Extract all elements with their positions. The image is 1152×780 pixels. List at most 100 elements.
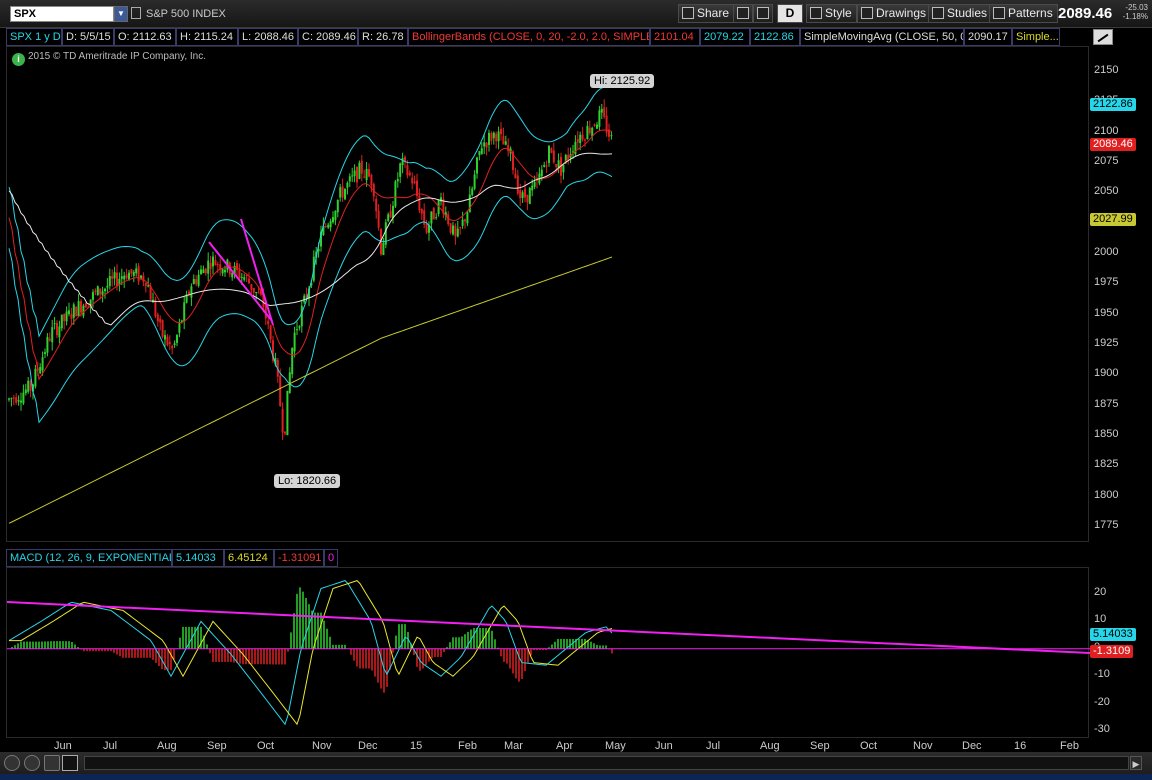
bar-high: H: 2115.24 (176, 28, 238, 46)
candle-body (336, 199, 339, 213)
bollinger-study-label[interactable]: BollingerBands (CLOSE, 0, 20, -2.0, 2.0,… (408, 28, 650, 46)
candle-body (483, 142, 486, 147)
candle-body (466, 212, 469, 224)
candle-body (420, 208, 423, 214)
studies-button[interactable]: Studies (928, 4, 993, 23)
candle-body (548, 145, 550, 163)
more-studies-label[interactable]: Simple... (1012, 28, 1060, 46)
candle-body (116, 272, 118, 286)
candle-body (497, 131, 500, 142)
zoom-in-icon[interactable] (4, 755, 20, 771)
candle-body (10, 398, 13, 400)
candle-body (20, 400, 22, 403)
chart-spec[interactable]: SPX 1 y D (6, 28, 62, 46)
period-button[interactable]: D (777, 4, 803, 23)
scroll-right-icon[interactable]: ▶ (1130, 756, 1142, 770)
bar-date: D: 5/5/15 (62, 28, 114, 46)
candle-body (327, 224, 330, 228)
time-scrollbar[interactable] (84, 756, 1129, 770)
candle-body (296, 329, 298, 331)
price-chart[interactable] (7, 47, 1090, 543)
candle-body (39, 367, 42, 374)
share-button[interactable]: Share (678, 4, 735, 23)
price-panel[interactable] (6, 46, 1089, 542)
drawings-button[interactable]: Drawings (857, 4, 932, 23)
style-button[interactable]: Style (806, 4, 857, 23)
symbol-dropdown-button[interactable]: ▼ (114, 6, 128, 22)
candle-body (51, 327, 54, 343)
candle-body (53, 323, 56, 325)
candle-body (341, 186, 344, 198)
candle-body (399, 163, 402, 177)
zoom-out-icon[interactable] (24, 755, 40, 771)
drawing-line-icon[interactable] (62, 755, 78, 771)
info-icon[interactable]: i (12, 53, 25, 66)
candle-body (598, 110, 601, 127)
candle-body (387, 214, 390, 222)
candle-body (80, 301, 82, 313)
candle-body (56, 322, 58, 336)
candle-body (516, 175, 519, 194)
candle-body (159, 318, 162, 323)
macd-chart[interactable] (7, 568, 1090, 739)
candle-body (202, 269, 205, 274)
time-tick-label: Jun (655, 740, 673, 752)
candle-body (8, 398, 10, 400)
candle-body (255, 291, 258, 293)
candle-body (461, 219, 464, 226)
time-tick-label: Oct (257, 740, 275, 752)
candle-body (348, 176, 351, 182)
candle-body (106, 285, 109, 288)
symbol-info-icon[interactable] (131, 7, 141, 19)
candle-body (432, 208, 435, 220)
candle-body (610, 135, 613, 137)
last-price: 2089.46 (1058, 5, 1113, 22)
candle-body (500, 128, 502, 135)
price-tick-label: 2000 (1094, 246, 1119, 258)
candle-body (377, 210, 380, 228)
sma-study-label[interactable]: SimpleMovingAvg (CLOSE, 50, 0) (800, 28, 964, 46)
candle-body (346, 182, 349, 188)
candle-body (293, 332, 296, 352)
time-tick-label: Dec (358, 740, 378, 752)
candle-body (392, 205, 394, 218)
flexible-grid-button[interactable] (733, 4, 753, 23)
bollinger-lower-value: 2079.22 (700, 28, 750, 46)
candle-body (192, 278, 195, 285)
candle-body (588, 127, 591, 134)
trendline[interactable] (240, 218, 274, 326)
candle-body (209, 262, 212, 269)
macd-header: MACD (12, 26, 9, EXPONENTIAL) 5.14033 6.… (6, 549, 1088, 567)
macd-trendline[interactable] (7, 601, 1090, 654)
candle-body (502, 136, 505, 145)
candle-body (96, 286, 99, 296)
candle-body (555, 163, 558, 167)
macd-study-label[interactable]: MACD (12, 26, 9, EXPONENTIAL) (6, 549, 172, 567)
copyright: i 2015 © TD Ameritrade IP Company, Inc. (12, 51, 206, 66)
time-tick-label: Aug (157, 740, 177, 752)
candle-body (411, 177, 414, 184)
trendline-drawing[interactable] (208, 218, 274, 326)
candle-body (521, 192, 524, 198)
candle-body (65, 311, 68, 322)
macd-tick-label: 20 (1094, 586, 1107, 598)
patterns-button[interactable]: Patterns (989, 4, 1058, 23)
share-icon (682, 7, 694, 19)
macd-panel[interactable] (6, 567, 1090, 739)
trendline[interactable] (208, 241, 273, 322)
sma-value: 2090.17 (964, 28, 1012, 46)
candle-body (360, 160, 363, 174)
price-tick-label: 1975 (1094, 276, 1119, 289)
candle-body (351, 175, 354, 177)
pencil-icon (861, 7, 873, 19)
candle-body (183, 302, 186, 322)
candle-body (545, 165, 548, 167)
candle-body (375, 199, 378, 212)
settings-button[interactable] (753, 4, 773, 23)
pan-icon[interactable] (44, 755, 60, 771)
time-tick-label: Feb (1060, 740, 1079, 752)
bar-range: R: 26.78 (358, 28, 408, 46)
symbol-input[interactable]: SPX (10, 6, 114, 22)
drawing-tool-button[interactable] (1093, 29, 1113, 45)
time-tick-label: Sep (810, 740, 830, 752)
